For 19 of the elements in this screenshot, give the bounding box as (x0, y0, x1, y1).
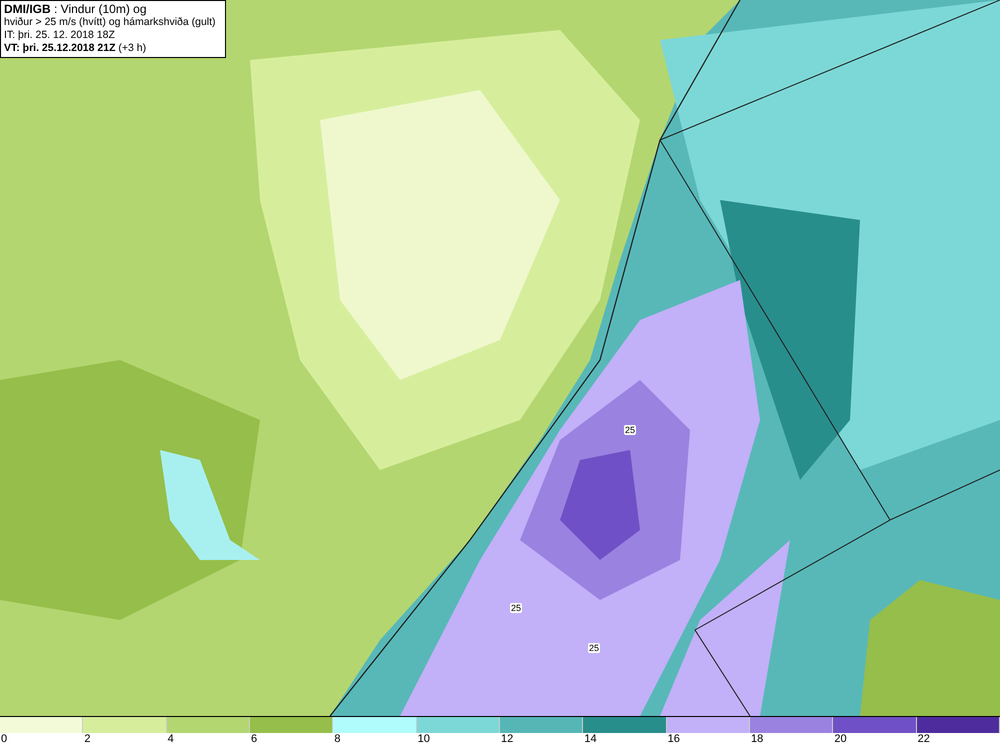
legend-label: 12 (500, 733, 514, 746)
title-text: IT: þri. 25. 12. 2018 18Z (4, 29, 116, 42)
legend-label: 2 (83, 733, 90, 746)
legend-label: 22 (916, 733, 930, 746)
title-text: VT: þri. 25.12.2018 21Z (+3 h) (4, 42, 148, 55)
legend-label: 18 (750, 733, 764, 746)
legend-label: 10 (416, 733, 430, 746)
title-text: DMI/IGB : Vindur (10m) og (4, 3, 148, 16)
contour-label: 25 (510, 603, 522, 613)
legend-label: 20 (833, 733, 847, 746)
contour-label: 25 (624, 425, 636, 435)
legend-label: 14 (583, 733, 597, 746)
legend-label: 0 (0, 733, 8, 746)
legend-label: 6 (250, 733, 258, 746)
contour-label: 25 (588, 643, 600, 653)
legend-label: 16 (666, 733, 680, 746)
legend-label: 8 (333, 733, 340, 746)
title-text: hviður > 25 m/s (hvítt) og hámarkshviða (gult) (4, 16, 217, 29)
legend-label: 4 (166, 733, 174, 746)
